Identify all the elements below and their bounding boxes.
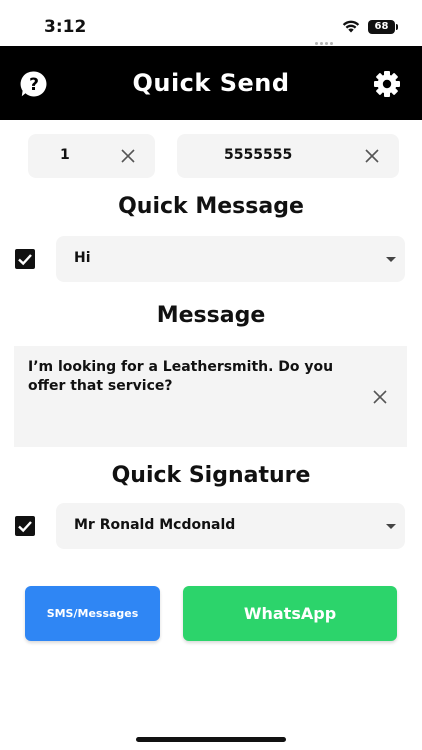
status-time: 3:12	[44, 17, 87, 37]
help-icon[interactable]: ?	[20, 70, 48, 98]
chevron-down-icon	[386, 524, 396, 529]
clear-phone-number-icon[interactable]	[364, 148, 380, 164]
country-code-field[interactable]: 1	[28, 134, 155, 178]
wifi-icon	[342, 20, 360, 33]
battery-icon: 68	[368, 20, 398, 34]
signal-dots-icon	[315, 30, 335, 45]
phone-number-value: 5555555	[224, 147, 293, 163]
quick-signature-dropdown[interactable]: Mr Ronald Mcdonald	[56, 503, 405, 549]
app-header: Quick Send ?	[0, 46, 422, 120]
quick-signature-heading: Quick Signature	[111, 463, 311, 488]
svg-text:?: ?	[29, 75, 39, 95]
message-text: I’m looking for a Leathersmith. Do you o…	[28, 359, 334, 394]
home-indicator[interactable]	[136, 737, 286, 742]
quick-signature-checkbox[interactable]	[15, 516, 35, 536]
sms-messages-button[interactable]: SMS/Messages	[25, 586, 160, 641]
check-icon	[18, 254, 32, 266]
quick-signature-selected: Mr Ronald Mcdonald	[74, 517, 236, 533]
whatsapp-button[interactable]: WhatsApp	[183, 586, 397, 641]
page-title: Quick Send	[132, 69, 290, 97]
quick-message-heading: Quick Message	[118, 194, 304, 219]
message-heading: Message	[156, 303, 266, 328]
clear-message-icon[interactable]	[372, 389, 388, 405]
status-bar: 3:12 68	[0, 0, 422, 46]
check-icon	[18, 521, 32, 533]
chevron-down-icon	[386, 257, 396, 262]
phone-number-field[interactable]: 5555555	[177, 134, 399, 178]
quick-message-selected: Hi	[74, 250, 91, 266]
gear-icon[interactable]	[373, 70, 401, 98]
message-textarea[interactable]: I’m looking for a Leathersmith. Do you o…	[14, 346, 407, 447]
clear-country-code-icon[interactable]	[120, 148, 136, 164]
country-code-value: 1	[60, 147, 70, 163]
quick-message-checkbox[interactable]	[15, 249, 35, 269]
battery-level: 68	[374, 21, 389, 32]
quick-message-dropdown[interactable]: Hi	[56, 236, 405, 282]
